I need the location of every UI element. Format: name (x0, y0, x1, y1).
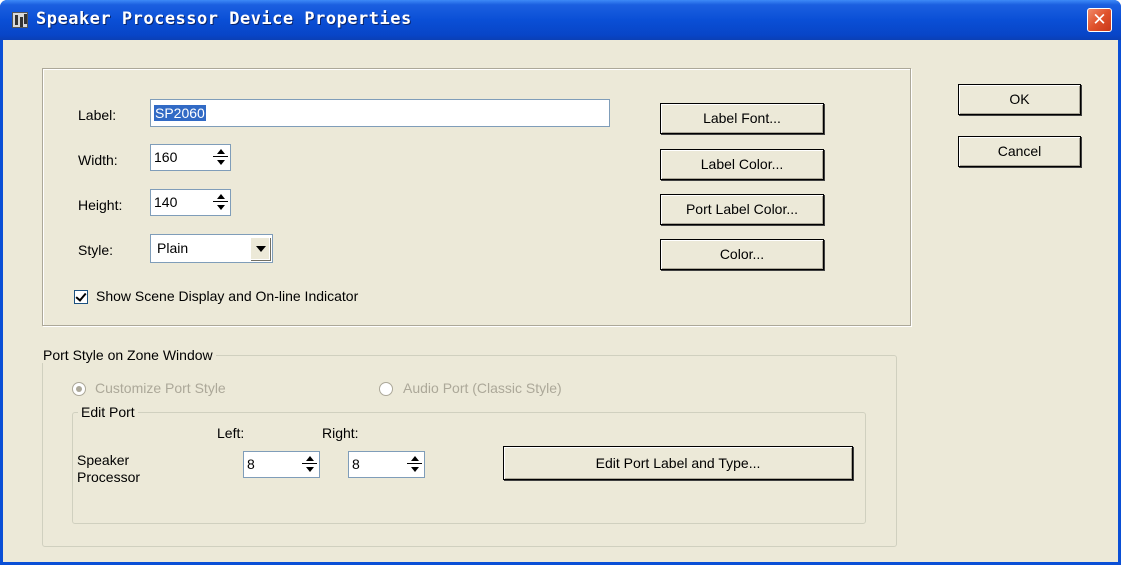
style-caption: Style: (78, 242, 114, 258)
color-button[interactable]: Color... (660, 239, 824, 270)
label-font-button-label: Label Font... (703, 110, 781, 126)
height-value: 140 (154, 194, 178, 210)
ok-button[interactable]: OK (958, 84, 1081, 115)
port-style-group: Port Style on Zone Window Customize Port… (40, 347, 897, 547)
show-scene-checkbox[interactable] (74, 290, 88, 304)
spin-down-icon[interactable] (213, 202, 228, 212)
height-caption: Height: (78, 197, 123, 213)
width-caption: Width: (78, 152, 118, 168)
edit-port-label-button-label: Edit Port Label and Type... (595, 455, 761, 471)
audio-port-radio[interactable] (379, 382, 393, 396)
customize-port-style-radio[interactable] (72, 382, 86, 396)
cancel-button[interactable]: Cancel (958, 136, 1081, 167)
style-value: Plain (157, 240, 189, 256)
properties-panel: Label: SP2060 Width: 160 Height: 140 Sty… (42, 68, 911, 326)
audio-port-label[interactable]: Audio Port (Classic Style) (403, 380, 562, 396)
dialog-body: Label: SP2060 Width: 160 Height: 140 Sty… (3, 40, 1118, 562)
left-port-spin-arrows[interactable] (302, 454, 317, 475)
ok-button-label: OK (1009, 91, 1030, 107)
show-scene-label[interactable]: Show Scene Display and On-line Indicator (96, 288, 358, 304)
close-button[interactable]: ✕ (1087, 8, 1112, 32)
spin-up-icon[interactable] (302, 454, 317, 464)
left-port-value: 8 (247, 456, 255, 472)
width-value: 160 (154, 149, 178, 165)
window-title: Speaker Processor Device Properties (36, 9, 412, 29)
right-port-spin-arrows[interactable] (407, 454, 422, 475)
height-spinner[interactable]: 140 (150, 189, 231, 216)
spin-up-icon[interactable] (407, 454, 422, 464)
spin-down-icon[interactable] (407, 464, 422, 474)
speaker-processor-label-line2: Processor (77, 469, 141, 485)
close-icon: ✕ (1092, 10, 1107, 29)
label-color-button-label: Label Color... (700, 156, 784, 172)
style-dropdown[interactable]: Plain (150, 234, 273, 263)
spin-up-icon[interactable] (213, 147, 228, 157)
edit-port-label-button[interactable]: Edit Port Label and Type... (503, 446, 853, 480)
width-spinner[interactable]: 160 (150, 144, 231, 171)
app-icon (12, 12, 28, 28)
left-caption: Left: (217, 425, 245, 441)
spin-down-icon[interactable] (302, 464, 317, 474)
color-button-label: Color... (719, 246, 765, 262)
edit-port-group-title: Edit Port (78, 404, 138, 420)
right-port-value: 8 (352, 456, 360, 472)
cancel-button-label: Cancel (997, 143, 1042, 159)
spin-down-icon[interactable] (213, 157, 228, 167)
label-font-button[interactable]: Label Font... (660, 103, 824, 134)
spin-up-icon[interactable] (213, 192, 228, 202)
width-spin-arrows[interactable] (213, 147, 228, 168)
right-caption: Right: (322, 425, 359, 441)
right-port-spinner[interactable]: 8 (348, 451, 425, 478)
left-port-spinner[interactable]: 8 (243, 451, 320, 478)
chevron-down-icon[interactable] (250, 237, 270, 260)
label-color-button[interactable]: Label Color... (660, 149, 824, 180)
port-label-color-button-label: Port Label Color... (685, 201, 799, 217)
dialog-window: Speaker Processor Device Properties ✕ La… (0, 0, 1121, 565)
label-input-value: SP2060 (154, 105, 206, 121)
speaker-processor-label-line1: Speaker (77, 452, 130, 468)
label-caption: Label: (78, 107, 117, 123)
port-label-color-button[interactable]: Port Label Color... (660, 194, 824, 225)
label-input[interactable]: SP2060 (150, 99, 610, 127)
title-bar[interactable]: Speaker Processor Device Properties ✕ (0, 0, 1121, 40)
customize-port-style-label[interactable]: Customize Port Style (95, 380, 226, 396)
edit-port-group: Edit Port Left: Right: Speaker Processor… (72, 404, 866, 524)
height-spin-arrows[interactable] (213, 192, 228, 213)
port-style-group-title: Port Style on Zone Window (40, 347, 216, 363)
